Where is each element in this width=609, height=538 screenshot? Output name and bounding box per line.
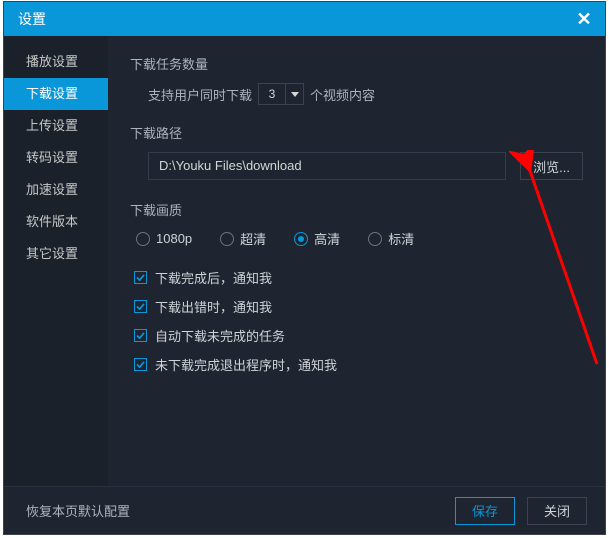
footer: 恢复本页默认配置 保存 关闭 — [4, 486, 605, 534]
quality-radios: 1080p 超清 高清 标清 — [130, 229, 583, 248]
quality-radio-label: 1080p — [156, 231, 192, 246]
close-button[interactable]: 关闭 — [527, 497, 587, 525]
task-count-suffix: 个视频内容 — [310, 85, 375, 104]
quality-radio-0[interactable]: 1080p — [136, 229, 192, 248]
task-count-value: 3 — [258, 83, 286, 105]
notify-check-1[interactable]: 下载出错时，通知我 — [134, 297, 583, 316]
notify-check-0[interactable]: 下载完成后，通知我 — [134, 268, 583, 287]
sidebar-item-4[interactable]: 加速设置 — [4, 174, 108, 206]
checkbox-icon — [134, 329, 147, 342]
content-panel: 下载任务数量 支持用户同时下载 3 个视频内容 下载路径 D:\Youku Fi… — [108, 36, 605, 486]
sidebar-item-1[interactable]: 下载设置 — [4, 78, 108, 110]
check-label: 下载完成后，通知我 — [155, 268, 272, 287]
notify-checks: 下载完成后，通知我下载出错时，通知我自动下载未完成的任务未下载完成退出程序时，通… — [130, 268, 583, 374]
checkbox-icon — [134, 271, 147, 284]
check-label: 未下载完成退出程序时，通知我 — [155, 355, 337, 374]
quality-radio-label: 高清 — [314, 229, 340, 248]
quality-radio-label: 超清 — [240, 229, 266, 248]
sidebar: 播放设置下载设置上传设置转码设置加速设置软件版本其它设置 — [4, 36, 108, 486]
section-task-count-label: 下载任务数量 — [130, 54, 583, 73]
radio-dot-icon — [220, 232, 234, 246]
radio-dot-icon — [368, 232, 382, 246]
sidebar-item-0[interactable]: 播放设置 — [4, 46, 108, 78]
quality-radio-label: 标清 — [388, 229, 414, 248]
save-button[interactable]: 保存 — [455, 497, 515, 525]
notify-check-2[interactable]: 自动下载未完成的任务 — [134, 326, 583, 345]
section-path-label: 下载路径 — [130, 123, 583, 142]
radio-dot-icon — [136, 232, 150, 246]
section-quality-label: 下载画质 — [130, 200, 583, 219]
quality-radio-3[interactable]: 标清 — [368, 229, 414, 248]
browse-button[interactable]: 浏览... — [520, 152, 583, 180]
sidebar-item-5[interactable]: 软件版本 — [4, 206, 108, 238]
sidebar-item-3[interactable]: 转码设置 — [4, 142, 108, 174]
task-count-prefix: 支持用户同时下载 — [148, 85, 252, 104]
close-icon[interactable]: ✕ — [573, 8, 595, 30]
task-count-row: 支持用户同时下载 3 个视频内容 — [130, 83, 583, 105]
quality-radio-1[interactable]: 超清 — [220, 229, 266, 248]
checkbox-icon — [134, 300, 147, 313]
dialog-title: 设置 — [18, 9, 46, 29]
task-count-dropdown[interactable] — [286, 83, 304, 105]
quality-radio-2[interactable]: 高清 — [294, 229, 340, 248]
radio-dot-icon — [294, 232, 308, 246]
restore-defaults-link[interactable]: 恢复本页默认配置 — [26, 501, 130, 520]
download-path-input[interactable]: D:\Youku Files\download — [148, 152, 506, 180]
sidebar-item-2[interactable]: 上传设置 — [4, 110, 108, 142]
check-label: 自动下载未完成的任务 — [155, 326, 285, 345]
check-label: 下载出错时，通知我 — [155, 297, 272, 316]
titlebar: 设置 ✕ — [4, 2, 605, 36]
notify-check-3[interactable]: 未下载完成退出程序时，通知我 — [134, 355, 583, 374]
sidebar-item-6[interactable]: 其它设置 — [4, 238, 108, 270]
checkbox-icon — [134, 358, 147, 371]
